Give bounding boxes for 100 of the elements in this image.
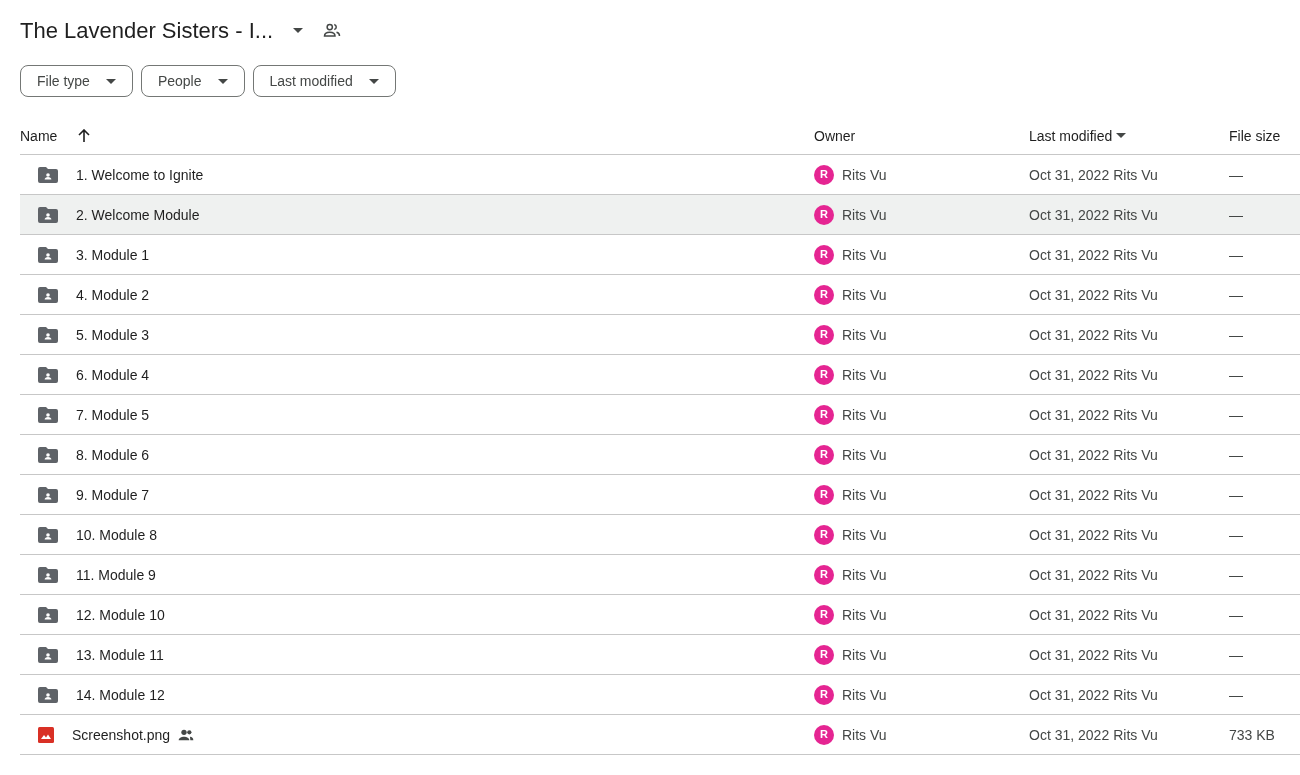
- image-file-icon: [38, 726, 54, 743]
- file-size: —: [1229, 245, 1243, 265]
- filter-chip[interactable]: File type: [20, 65, 133, 97]
- owner-name: Rits Vu: [842, 605, 887, 625]
- owner-name: Rits Vu: [842, 365, 887, 385]
- shared-folder-icon: [38, 606, 58, 623]
- people-icon[interactable]: [323, 21, 342, 39]
- owner-avatar: R: [814, 404, 834, 425]
- file-name: 1. Welcome to Ignite: [76, 165, 204, 185]
- modified-by: Rits Vu: [1113, 325, 1158, 345]
- file-name: 4. Module 2: [76, 285, 150, 305]
- modified-date: Oct 31, 2022: [1029, 445, 1110, 465]
- modified-date: Oct 31, 2022: [1029, 485, 1110, 505]
- modified-date: Oct 31, 2022: [1029, 605, 1110, 625]
- file-size: —: [1229, 205, 1243, 225]
- owner-avatar: R: [814, 284, 834, 305]
- owner-name: Rits Vu: [842, 325, 887, 345]
- folder-title: The Lavender Sisters - I...: [20, 16, 274, 45]
- column-header[interactable]: Owner: [814, 125, 856, 146]
- file-name: 8. Module 6: [76, 445, 150, 465]
- modified-by: Rits Vu: [1113, 645, 1158, 665]
- shared-folder-icon: [38, 406, 58, 423]
- column-header[interactable]: File size: [1229, 125, 1281, 146]
- modified-by: Rits Vu: [1113, 165, 1158, 185]
- file-size: —: [1229, 365, 1243, 385]
- owner-avatar: R: [814, 164, 834, 185]
- shared-folder-icon: [38, 366, 58, 383]
- caret-icon: [368, 78, 379, 84]
- modified-date: Oct 31, 2022: [1029, 245, 1110, 265]
- file-size: —: [1229, 285, 1243, 305]
- shared-folder-icon: [38, 646, 58, 663]
- sort-caret-icon: [1116, 133, 1127, 138]
- owner-name: Rits Vu: [842, 485, 887, 505]
- file-name: 13. Module 11: [76, 645, 164, 665]
- file-size: —: [1229, 565, 1243, 585]
- owner-name: Rits Vu: [842, 725, 887, 745]
- file-name: 10. Module 8: [76, 525, 157, 545]
- owner-avatar: R: [814, 324, 834, 345]
- modified-date: Oct 31, 2022: [1029, 165, 1110, 185]
- owner-name: Rits Vu: [842, 405, 887, 425]
- owner-name: Rits Vu: [842, 245, 887, 265]
- caret-icon: [293, 27, 304, 33]
- modified-date: Oct 31, 2022: [1029, 365, 1110, 385]
- owner-avatar: R: [814, 684, 834, 705]
- up-arrow-icon[interactable]: [77, 128, 92, 143]
- file-size: —: [1229, 445, 1243, 465]
- modified-date: Oct 31, 2022: [1029, 325, 1110, 345]
- modified-date: Oct 31, 2022: [1029, 285, 1110, 305]
- modified-date: Oct 31, 2022: [1029, 525, 1110, 545]
- owner-avatar: R: [814, 444, 834, 465]
- file-name: 9. Module 7: [76, 485, 150, 505]
- filter-chip[interactable]: People: [140, 65, 245, 97]
- caret-icon: [105, 78, 116, 84]
- file-size: —: [1229, 165, 1243, 185]
- filter-chip[interactable]: Last modified: [252, 65, 396, 97]
- shared-folder-icon: [38, 526, 58, 543]
- modified-by: Rits Vu: [1113, 525, 1158, 545]
- modified-by: Rits Vu: [1113, 485, 1158, 505]
- file-size: —: [1229, 485, 1243, 505]
- column-header[interactable]: Last modified: [1029, 125, 1113, 146]
- modified-by: Rits Vu: [1113, 245, 1158, 265]
- owner-avatar: R: [814, 604, 834, 625]
- modified-date: Oct 31, 2022: [1029, 205, 1110, 225]
- owner-avatar: R: [814, 244, 834, 265]
- column-header[interactable]: Name: [20, 125, 58, 146]
- modified-by: Rits Vu: [1113, 685, 1158, 705]
- owner-avatar: R: [814, 364, 834, 385]
- modified-date: Oct 31, 2022: [1029, 565, 1110, 585]
- file-name: 11. Module 9: [76, 565, 156, 585]
- modified-by: Rits Vu: [1113, 285, 1158, 305]
- owner-avatar: R: [814, 564, 834, 585]
- owner-name: Rits Vu: [842, 165, 887, 185]
- shared-folder-icon: [38, 166, 58, 183]
- shared-folder-icon: [38, 566, 58, 583]
- owner-name: Rits Vu: [842, 445, 887, 465]
- modified-by: Rits Vu: [1113, 725, 1158, 745]
- shared-folder-icon: [38, 486, 58, 503]
- file-name: 6. Module 4: [76, 365, 150, 385]
- file-size: —: [1229, 685, 1243, 705]
- file-name: 5. Module 3: [76, 325, 150, 345]
- shared-folder-icon: [38, 246, 58, 263]
- owner-avatar: R: [814, 524, 834, 545]
- file-name: 3. Module 1: [76, 245, 150, 265]
- owner-name: Rits Vu: [842, 525, 887, 545]
- modified-date: Oct 31, 2022: [1029, 725, 1110, 745]
- owner-name: Rits Vu: [842, 645, 887, 665]
- owner-name: Rits Vu: [842, 205, 887, 225]
- owner-name: Rits Vu: [842, 685, 887, 705]
- modified-by: Rits Vu: [1113, 565, 1158, 585]
- modified-date: Oct 31, 2022: [1029, 645, 1110, 665]
- file-name: 14. Module 12: [76, 685, 165, 705]
- owner-avatar: R: [814, 724, 834, 745]
- owner-name: Rits Vu: [842, 565, 887, 585]
- file-row[interactable]: 2. Welcome Module R Rits Vu Oct 31, 2022 Rits Vu —: [20, 195, 1300, 235]
- file-name: 12. Module 10: [76, 605, 165, 625]
- modified-by: Rits Vu: [1113, 405, 1158, 425]
- owner-avatar: R: [814, 644, 834, 665]
- modified-by: Rits Vu: [1113, 205, 1158, 225]
- modified-date: Oct 31, 2022: [1029, 685, 1110, 705]
- file-name: Screenshot.png: [72, 725, 171, 745]
